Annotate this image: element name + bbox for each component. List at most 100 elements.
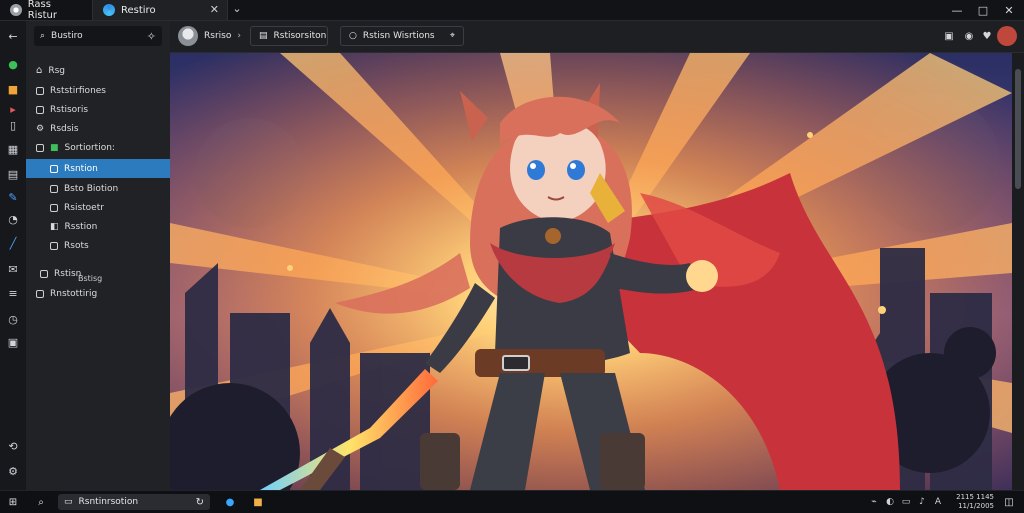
taskbar: ⊞ ⌕ ▭ Rsntinrsotion ↻ ● ■ ⌁ ◐ ▭ ♪ A 2115… — [0, 490, 1024, 513]
network-icon[interactable]: ◐ — [884, 495, 896, 509]
tab-1-label: Rass Ristur — [27, 0, 57, 21]
sidebar: ⌕ Bustiro ✧ ˅ ⌂ Rsg Rststirfiones Rstiso… — [26, 21, 182, 490]
edge-app-icon[interactable]: ● — [222, 494, 238, 510]
badge-icon: ■ — [50, 142, 59, 153]
sidebar-item[interactable]: ⚙ Rsdsis — [26, 119, 170, 138]
sidebar-item[interactable]: Rnstottirig — [26, 284, 170, 303]
folder-icon[interactable]: ■ — [5, 81, 21, 97]
user-avatar[interactable] — [997, 26, 1017, 46]
archive-icon[interactable]: ▣ — [5, 334, 21, 350]
tab-1[interactable]: Rass Ristur — [0, 0, 92, 21]
sidebar-item-label: Rsdsis — [50, 123, 79, 134]
windows-start-icon[interactable]: ⊞ — [6, 494, 20, 510]
scrollbar-thumb[interactable] — [1015, 69, 1021, 189]
list-icon[interactable]: ≡ — [5, 285, 21, 301]
tab-2-label: Restiro — [121, 4, 156, 16]
page-icon — [50, 184, 58, 193]
doc-icon: ▤ — [259, 31, 268, 41]
brush-icon[interactable]: ✎ — [5, 189, 21, 205]
sidebar-item-label: Rsstion — [64, 221, 98, 232]
page-icon — [40, 269, 48, 278]
volume-icon[interactable]: ♪ — [916, 495, 928, 509]
mail-icon[interactable]: ✉ — [5, 261, 21, 277]
circle-icon: ○ — [349, 31, 357, 41]
extensions-icon[interactable]: ◉ — [962, 29, 976, 43]
clock-time: 2115 1145 — [956, 493, 994, 501]
page-icon — [50, 241, 58, 250]
flag-icon[interactable]: ▸ — [5, 101, 21, 117]
sidebar-item[interactable]: Rsots — [26, 236, 170, 255]
notifications-icon[interactable]: ◫ — [1002, 495, 1016, 509]
sidebar-item-label: Rsistoetr — [64, 202, 104, 213]
sidebar-item-label: Sortiortion: — [64, 142, 115, 153]
settings-small-icon: ⚙ — [36, 123, 45, 134]
taskbar-search-text: Rsntinrsotion — [78, 497, 139, 507]
chat-icon[interactable]: ● — [5, 56, 21, 72]
tag-icon: ◧ — [50, 221, 59, 232]
sidebar-item[interactable]: Rstisoris — [26, 100, 170, 119]
sidebar-search[interactable]: ⌕ Bustiro ✧ — [34, 26, 162, 46]
sidebar-item-home[interactable]: ⌂ Rsg — [26, 61, 170, 80]
sidebar-item-label: Rstisn — [54, 268, 82, 279]
profile-switcher[interactable]: Rsriso › — [178, 26, 241, 46]
sidebar-item[interactable]: Rsistoetr — [26, 198, 170, 217]
book-icon[interactable]: ▤ — [5, 166, 21, 182]
settings-icon[interactable]: ⚙ — [5, 463, 21, 479]
tab-dropdown-button[interactable]: ⌄ — [229, 2, 245, 15]
files-app-icon[interactable]: ■ — [250, 494, 266, 510]
sparkle-icon[interactable]: ✧ — [147, 30, 156, 43]
sidebar-item[interactable]: Rstisn — [26, 264, 170, 283]
taskbar-search-box[interactable]: ▭ Rsntinrsotion ↻ — [58, 494, 210, 510]
sidebar-item[interactable]: ◧ Rsstion — [26, 217, 170, 236]
sidebar-search-label: Bustiro — [51, 31, 83, 41]
battery-icon[interactable]: ▭ — [900, 495, 912, 509]
language-icon[interactable]: A — [932, 495, 944, 509]
back-arrow-icon[interactable]: ← — [5, 28, 21, 44]
sync-icon[interactable]: ⟲ — [5, 438, 21, 454]
chart-icon[interactable]: ◔ — [5, 211, 21, 227]
main-canvas — [170, 53, 1012, 490]
workspace-button[interactable]: ▤ Rstisorsiton — [250, 26, 328, 46]
favorites-icon[interactable]: ♥ — [980, 29, 994, 43]
pin-icon: ⌖ — [449, 31, 455, 41]
page-icon — [36, 105, 44, 114]
edge-icon — [103, 4, 115, 16]
app-icon — [10, 4, 22, 16]
title-bar: Rass Ristur Restiro ✕ ⌄ — □ ✕ — [0, 0, 1024, 21]
close-tab-button[interactable]: ✕ — [210, 3, 219, 16]
calendar-icon[interactable]: ▦ — [5, 141, 21, 157]
page-icon — [36, 86, 44, 95]
page-icon — [36, 289, 44, 298]
tab-2[interactable]: Restiro ✕ — [92, 0, 228, 20]
pen-icon[interactable]: ╱ — [5, 235, 21, 251]
sidebar-item[interactable]: Rststirfiones — [26, 81, 170, 100]
refresh-icon[interactable]: ↻ — [196, 497, 204, 508]
vertical-scrollbar[interactable] — [1012, 53, 1024, 490]
sidebar-item-section[interactable]: ■ Sortiortion: — [26, 138, 170, 157]
anime-illustration — [170, 53, 1012, 490]
toolbar: Rsriso › ▤ Rstisorsiton ○ Rstisn Wisrtio… — [170, 21, 1024, 53]
bookmark-icon[interactable]: ▣ — [942, 29, 956, 43]
profile-label: Rsriso — [204, 31, 232, 41]
page-icon — [36, 143, 44, 152]
clock-icon[interactable]: ◷ — [5, 311, 21, 327]
home-icon: ⌂ — [36, 65, 43, 76]
sidebar-item-label: Rststirfiones — [50, 85, 106, 96]
folder-icon: ▭ — [64, 497, 73, 507]
sidebar-item-label: Rnstottirig — [50, 288, 98, 299]
sidebar-item-label: Bsto Biotion — [64, 183, 119, 194]
avatar — [178, 26, 198, 46]
toolbar-search-label: Rstisn Wisrtions — [362, 31, 435, 41]
sidebar-item-label: Rstisoris — [50, 104, 89, 115]
system-clock[interactable]: 2115 1145 11/1/2005 — [952, 493, 994, 511]
wifi-icon[interactable]: ⌁ — [868, 495, 880, 509]
search-icon[interactable]: ⌕ — [34, 494, 48, 510]
sidebar-item-label: Rsots — [64, 240, 89, 251]
close-window-button[interactable]: ✕ — [992, 0, 1024, 20]
sidebar-item-label: Rsg — [48, 65, 66, 76]
sidebar-item[interactable]: Bsto Biotion — [26, 179, 170, 198]
sidebar-item-active[interactable]: Rsntion — [26, 159, 170, 178]
document-icon[interactable]: ▯ — [5, 117, 21, 133]
toolbar-search[interactable]: ○ Rstisn Wisrtions ⌖ — [340, 26, 464, 46]
page-icon — [50, 203, 58, 212]
